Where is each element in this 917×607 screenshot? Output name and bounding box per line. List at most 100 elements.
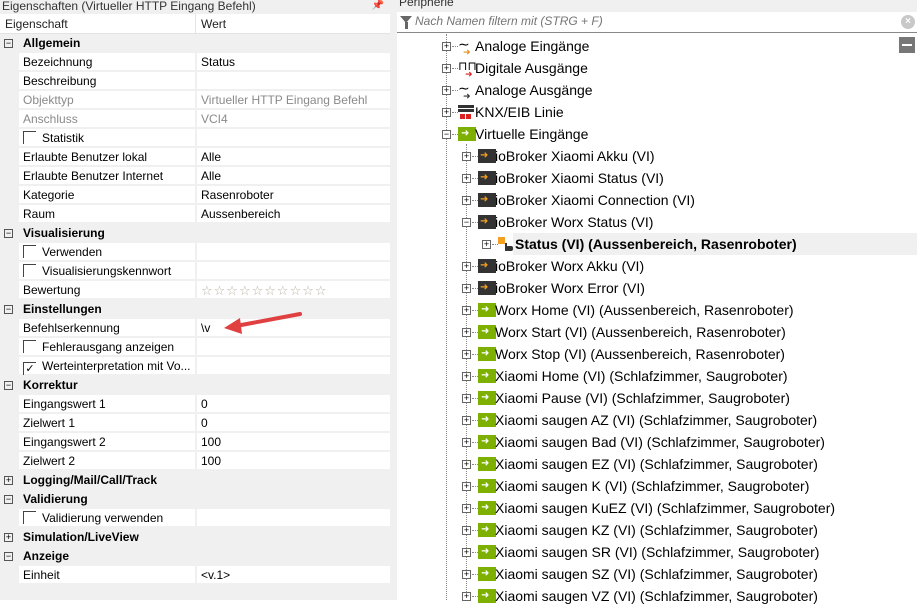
property-value[interactable]: 100 [196, 433, 390, 451]
expand-icon[interactable]: + [462, 350, 471, 359]
property-value[interactable] [196, 509, 390, 527]
knx-line-icon [458, 105, 476, 119]
collapse-icon[interactable]: − [442, 130, 451, 139]
expand-icon[interactable]: + [462, 372, 471, 381]
collapse-icon[interactable]: − [462, 218, 471, 227]
tree-node[interactable]: + KNX/EIB Linie [397, 101, 917, 123]
property-label: Validierung verwenden [19, 509, 195, 527]
property-value[interactable]: 0 [196, 414, 390, 432]
tree-node[interactable]: + ioBroker Xiaomi Connection (VI) [397, 189, 917, 211]
expand-icon[interactable]: + [462, 460, 471, 469]
tree-node[interactable]: + Worx Stop (VI) (Aussenbereich, Rasenrob… [397, 343, 917, 365]
property-value[interactable]: ☆☆☆☆☆☆☆☆☆☆ [196, 281, 390, 299]
tree-node[interactable]: +Xiaomi saugen VZ (VI) (Schlafzimmer, Sa… [397, 585, 917, 607]
group-korrektur[interactable]: − Korrektur [0, 376, 390, 395]
pin-icon[interactable]: 📌 [372, 0, 384, 12]
expand-icon[interactable]: + [462, 416, 471, 425]
expand-icon[interactable]: + [462, 526, 471, 535]
tree-node[interactable]: + Xiaomi saugen KuEZ (VI) (Schlafzimmer, … [397, 497, 917, 519]
expand-icon[interactable]: + [462, 482, 471, 491]
group-einstellungen[interactable]: − Einstellungen [0, 300, 390, 319]
expand-icon[interactable]: + [462, 284, 471, 293]
clear-filter-icon[interactable]: × [901, 15, 915, 29]
checkbox[interactable] [23, 340, 36, 353]
checkbox[interactable] [23, 264, 36, 277]
tree-node[interactable]: + Xiaomi saugen K (VI) (Schlafzimmer, Sau… [397, 475, 917, 497]
rating-stars[interactable]: ☆☆☆☆☆☆☆☆☆☆ [201, 283, 328, 298]
expand-icon[interactable]: + [442, 64, 451, 73]
expand-icon[interactable]: + [462, 306, 471, 315]
property-value[interactable] [196, 262, 390, 280]
tree-node[interactable]: + Xiaomi Pause (VI) (Schlafzimmer, Saugro… [397, 387, 917, 409]
property-value[interactable] [196, 338, 390, 356]
expand-icon[interactable]: + [4, 533, 13, 542]
tree-node[interactable]: + Xiaomi saugen Bad (VI) (Schlafzimmer, S… [397, 431, 917, 453]
group-visualisierung[interactable]: − Visualisierung [0, 224, 390, 243]
tree-node[interactable]: + Worx Start (VI) (Aussenbereich, Rasenro… [397, 321, 917, 343]
property-value[interactable]: 100 [196, 452, 390, 470]
property-value[interactable]: Alle [196, 148, 390, 166]
collapse-icon[interactable]: − [4, 381, 13, 390]
expand-icon[interactable]: + [482, 240, 491, 249]
checkbox[interactable] [23, 245, 36, 258]
expand-icon[interactable]: + [462, 262, 471, 271]
collapse-icon[interactable]: − [4, 229, 13, 238]
expand-icon[interactable]: + [442, 86, 451, 95]
tree-node[interactable]: + ioBroker Worx Akku (VI) [397, 255, 917, 277]
collapse-icon[interactable]: − [4, 39, 13, 48]
property-value[interactable] [196, 129, 390, 147]
expand-icon[interactable]: + [462, 570, 471, 579]
tree-node[interactable]: + Xiaomi saugen SR (VI) (Schlafzimmer, Sa… [397, 541, 917, 563]
property-value[interactable]: Rasenroboter [196, 186, 390, 204]
property-value[interactable] [196, 72, 390, 90]
expand-icon[interactable]: + [462, 174, 471, 183]
tree-node[interactable]: + ⊓⊓ ➜ Digitale Ausgänge [397, 57, 917, 79]
tree-node[interactable]: − ioBroker Worx Status (VI) [397, 211, 917, 233]
tree-node[interactable]: + ∼ ➜ Analoge Ausgänge [397, 79, 917, 101]
expand-icon[interactable]: + [462, 152, 471, 161]
expand-icon[interactable]: + [462, 504, 471, 513]
checkbox[interactable] [23, 131, 36, 144]
checkbox[interactable] [23, 511, 36, 524]
expand-icon[interactable]: + [462, 394, 471, 403]
checkbox[interactable]: ✓ [23, 362, 36, 375]
tree-node[interactable]: − Virtuelle Eingänge [397, 123, 917, 145]
tree-node[interactable]: + Xiaomi saugen KZ (VI) (Schlafzimmer, Sa… [397, 519, 917, 541]
property-value[interactable] [196, 243, 390, 261]
property-value[interactable]: 0 [196, 395, 390, 413]
expand-icon[interactable]: + [442, 42, 451, 51]
property-value[interactable]: <v.1> [196, 566, 390, 584]
tree-node[interactable]: + Xiaomi saugen EZ (VI) (Schlafzimmer, Sa… [397, 453, 917, 475]
group-allgemein[interactable]: − Allgemein [0, 34, 390, 53]
property-label: Objekttyp [19, 91, 195, 109]
collapse-icon[interactable]: − [4, 495, 13, 504]
tree-node[interactable]: + Xiaomi Home (VI) (Schlafzimmer, Saugrob… [397, 365, 917, 387]
group-simulation-liveview[interactable]: + Simulation/LiveView [0, 528, 390, 547]
property-value[interactable]: Aussenbereich [196, 205, 390, 223]
column-header-value[interactable]: Wert [196, 14, 226, 34]
group-validierung[interactable]: − Validierung [0, 490, 390, 509]
filter-input[interactable] [415, 14, 895, 28]
collapse-icon[interactable]: − [4, 552, 13, 561]
tree-node[interactable]: + Status (VI) (Aussenbereich, Rasenrobote… [397, 233, 917, 255]
expand-icon[interactable]: + [462, 328, 471, 337]
property-value[interactable] [196, 357, 390, 375]
expand-icon[interactable]: + [462, 196, 471, 205]
tree-node[interactable]: + ioBroker Worx Error (VI) [397, 277, 917, 299]
expand-icon[interactable]: + [462, 438, 471, 447]
collapse-icon[interactable]: − [4, 305, 13, 314]
group-anzeige[interactable]: − Anzeige [0, 547, 390, 566]
tree-node[interactable]: + Xiaomi saugen SZ (VI) (Schlafzimmer, Sa… [397, 563, 917, 585]
tree-node[interactable]: + ∼ ➜ Analoge Eingänge [397, 35, 917, 57]
expand-icon[interactable]: + [4, 476, 13, 485]
property-value[interactable]: Status [196, 53, 390, 71]
column-header-property[interactable]: Eigenschaft [0, 14, 196, 34]
tree-node[interactable]: + ioBroker Xiaomi Akku (VI) [397, 145, 917, 167]
tree-node[interactable]: + ioBroker Xiaomi Status (VI) [397, 167, 917, 189]
tree-node[interactable]: + Worx Home (VI) (Aussenbereich, Rasenrob… [397, 299, 917, 321]
expand-icon[interactable]: + [442, 108, 451, 117]
tree-node[interactable]: + Xiaomi saugen AZ (VI) (Schlafzimmer, Sa… [397, 409, 917, 431]
property-value[interactable]: Alle [196, 167, 390, 185]
expand-icon[interactable]: + [462, 548, 471, 557]
group-logging-mail-call-track[interactable]: + Logging/Mail/Call/Track [0, 471, 390, 490]
